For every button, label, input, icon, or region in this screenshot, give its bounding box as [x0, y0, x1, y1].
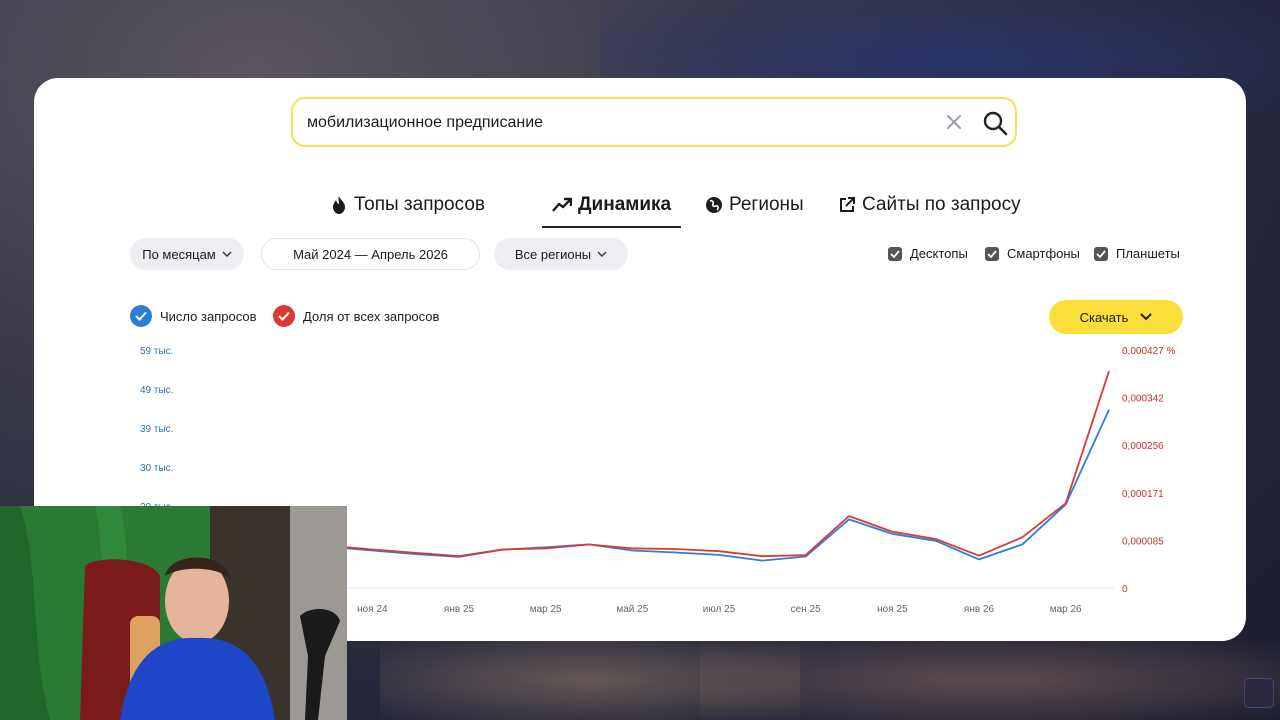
checkbox-checked-icon — [1094, 246, 1108, 261]
x-tick-label: мар 26 — [1050, 604, 1082, 615]
tab-label: Топы запросов — [354, 194, 485, 215]
x-tick-label: янв 25 — [444, 604, 475, 615]
tab-label: Регионы — [729, 194, 804, 215]
y-right-tick-label: 0,000085 — [1122, 536, 1164, 547]
globe-icon — [706, 197, 722, 213]
search-input[interactable] — [305, 99, 929, 147]
checkbox-checked-icon — [888, 246, 902, 261]
x-tick-label: ноя 24 — [357, 604, 388, 615]
y-right-tick-label: 0,000427 % — [1122, 346, 1175, 357]
y-right-tick-label: 0 — [1122, 584, 1128, 595]
close-icon — [947, 115, 961, 129]
trend-icon — [552, 197, 572, 212]
x-tick-label: сен 25 — [791, 604, 821, 615]
period-type-value: По месяцам — [142, 246, 216, 262]
tab-label: Сайты по запросу — [862, 194, 1021, 215]
clear-button[interactable] — [943, 111, 965, 133]
period-type-select[interactable]: По месяцам — [130, 238, 244, 270]
search-box — [291, 97, 1017, 147]
device-checkbox-desktop[interactable]: Десктопы — [888, 246, 968, 261]
search-button[interactable] — [981, 109, 1009, 137]
search-icon — [983, 111, 1008, 136]
device-checkbox-smartphone[interactable]: Смартфоны — [985, 246, 1080, 261]
device-label: Десктопы — [910, 246, 968, 261]
x-tick-label: янв 26 — [964, 604, 995, 615]
y-right-tick-label: 0,000342 — [1122, 394, 1164, 405]
y-right-tick-label: 0,000256 — [1122, 441, 1164, 452]
webcam-overlay — [0, 506, 347, 720]
fire-icon — [333, 196, 345, 214]
webcam-image — [0, 506, 347, 720]
background-glow — [380, 640, 800, 720]
date-range-picker[interactable]: Май 2024 — Апрель 2026 — [261, 238, 480, 270]
check-circle-icon — [130, 305, 152, 327]
date-range-value: Май 2024 — Апрель 2026 — [293, 246, 448, 262]
y-left-tick-label: 59 тыс. — [140, 346, 173, 357]
download-label: Скачать — [1079, 309, 1129, 325]
download-button[interactable]: Скачать — [1049, 300, 1183, 334]
x-tick-label: ноя 25 — [877, 604, 908, 615]
y-left-tick-label: 39 тыс. — [140, 424, 173, 435]
legend-label: Доля от всех запросов — [303, 308, 440, 324]
region-select[interactable]: Все регионы — [494, 238, 628, 270]
external-link-icon — [840, 197, 855, 212]
channel-logo — [1244, 678, 1274, 708]
chevron-down-icon — [222, 251, 232, 257]
active-tab-underline — [542, 226, 682, 228]
device-checkbox-tablet[interactable]: Планшеты — [1094, 246, 1180, 261]
legend-label: Число запросов — [160, 308, 257, 324]
tab-sites[interactable]: Сайты по запросу — [838, 190, 1021, 220]
device-label: Смартфоны — [1007, 246, 1080, 261]
y-right-tick-label: 0,000171 — [1122, 489, 1164, 500]
x-tick-label: май 25 — [616, 604, 648, 615]
device-label: Планшеты — [1116, 246, 1180, 261]
chevron-down-icon — [597, 251, 607, 257]
tab-regions[interactable]: Регионы — [705, 190, 804, 220]
legend-item-query-count[interactable]: Число запросов — [130, 305, 256, 327]
tab-dynamics[interactable]: Динамика — [542, 190, 682, 228]
x-tick-label: июл 25 — [703, 604, 736, 615]
tab-tops[interactable]: Топы запросов — [330, 190, 485, 220]
check-circle-icon — [273, 305, 295, 327]
tab-label: Динамика — [578, 194, 672, 215]
y-left-tick-label: 30 тыс. — [140, 463, 173, 474]
y-left-tick-label: 49 тыс. — [140, 385, 173, 396]
chevron-down-icon — [1140, 313, 1153, 321]
legend-item-share[interactable]: Доля от всех запросов — [273, 305, 439, 327]
region-value: Все регионы — [514, 246, 592, 262]
checkbox-checked-icon — [985, 246, 999, 261]
x-tick-label: мар 25 — [530, 604, 562, 615]
